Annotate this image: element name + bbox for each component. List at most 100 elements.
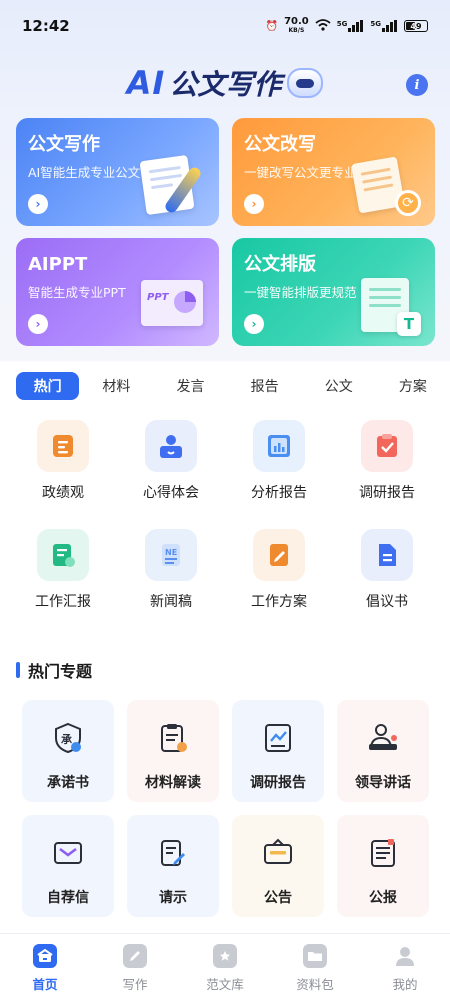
network-speed: 70.0 KB/S (284, 16, 309, 35)
tab-hot[interactable]: 热门 (16, 372, 80, 400)
notice-icon (258, 833, 298, 873)
user-icon (393, 944, 417, 968)
template-zhengjiguan[interactable]: 政绩观 (8, 420, 118, 502)
battery-icon: 49 (404, 20, 428, 32)
template-huibao[interactable]: 工作汇报 (8, 529, 118, 611)
topic-label: 请示 (159, 890, 187, 906)
topic-bulletin[interactable]: 公报 (337, 815, 429, 917)
template-label: 新闻稿 (150, 594, 192, 610)
topic-leader-speech[interactable]: 领导讲话 (337, 700, 429, 802)
clipboard-check-icon (361, 420, 413, 472)
tab-official[interactable]: 公文 (302, 372, 376, 400)
news-icon: NE (145, 529, 197, 581)
request-edit-icon (153, 833, 193, 873)
template-label: 心得体会 (143, 485, 199, 501)
template-fangan[interactable]: 工作方案 (224, 529, 334, 611)
card-title: 公文写作 (28, 134, 100, 155)
nav-label: 资料包 (296, 977, 334, 992)
signal-icon-2: 5G (370, 20, 398, 32)
topic-label: 调研报告 (250, 775, 306, 791)
template-diaoyan[interactable]: 调研报告 (332, 420, 442, 502)
envelope-icon (48, 833, 88, 873)
chevron-right-icon[interactable]: › (28, 194, 48, 214)
topic-label: 自荐信 (47, 890, 89, 906)
topic-label: 公告 (264, 890, 292, 906)
chevron-right-icon[interactable]: › (244, 314, 264, 334)
logo-ai-text: AI (126, 64, 166, 102)
clipboard-check-icon (153, 718, 193, 758)
template-label: 工作汇报 (35, 594, 91, 610)
folder-icon (303, 944, 327, 968)
plan-edit-icon (253, 529, 305, 581)
card-official-writing[interactable]: 公文写作 AI智能生成专业公文 › (16, 118, 219, 226)
topic-notice[interactable]: 公告 (232, 815, 324, 917)
template-xinwen[interactable]: NE 新闻稿 (116, 529, 226, 611)
nav-library[interactable]: 范文库 (180, 934, 270, 1005)
category-tabs: 热门 材料 发言 报告 公文 方案 (0, 366, 450, 406)
template-changyi[interactable]: 倡议书 (332, 529, 442, 611)
rewrite-document-icon: ⟳ (351, 154, 423, 216)
status-icons: ⏰ 70.0 KB/S 5G 5G 49 (266, 17, 428, 35)
tab-plan[interactable]: 方案 (376, 372, 450, 400)
report-edit-icon (37, 529, 89, 581)
topic-research[interactable]: 调研报告 (232, 700, 324, 802)
card-aippt[interactable]: AIPPT 智能生成专业PPT › PPT (16, 238, 219, 346)
robot-icon (287, 68, 324, 98)
pen-document-icon (137, 154, 207, 216)
nav-label: 写作 (122, 977, 148, 992)
topic-label: 材料解读 (145, 775, 201, 791)
bulletin-icon (363, 833, 403, 873)
info-icon[interactable]: i (406, 74, 428, 96)
speaker-icon (363, 718, 403, 758)
nav-home[interactable]: 首页 (0, 934, 90, 1005)
ppt-chart-icon: PPT (137, 274, 207, 336)
card-official-layout[interactable]: 公文排版 一键智能排版更规范 › T (232, 238, 435, 346)
topic-request[interactable]: 请示 (127, 815, 219, 917)
hot-topics-heading: 热门专题 (16, 658, 92, 682)
template-label: 倡议书 (366, 594, 408, 610)
chevron-right-icon[interactable]: › (28, 314, 48, 334)
list-icon (37, 420, 89, 472)
chevron-right-icon[interactable]: › (244, 194, 264, 214)
library-icon (213, 944, 237, 968)
document-icon (361, 529, 413, 581)
tab-materials[interactable]: 材料 (79, 372, 153, 400)
alarm-icon: ⏰ (265, 20, 279, 32)
home-icon (33, 944, 57, 968)
tab-speech[interactable]: 发言 (153, 372, 227, 400)
bottom-nav: 首页 写作 范文库 资料包 我的 (0, 933, 450, 1005)
tab-report[interactable]: 报告 (228, 372, 302, 400)
section-accent-bar (16, 662, 20, 678)
template-fenxi[interactable]: 分析报告 (224, 420, 334, 502)
signal-icon-1: 5G (337, 20, 365, 32)
topic-label: 领导讲话 (355, 775, 411, 791)
nav-profile[interactable]: 我的 (360, 934, 450, 1005)
template-label: 分析报告 (251, 485, 307, 501)
topic-label: 承诺书 (47, 775, 89, 791)
topic-pledge[interactable]: 承 承诺书 (22, 700, 114, 802)
chart-report-icon (258, 718, 298, 758)
topic-self-recommendation[interactable]: 自荐信 (22, 815, 114, 917)
card-official-rewrite[interactable]: 公文改写 一键改写公文更专业 › ⟳ (232, 118, 435, 226)
template-xinde[interactable]: 心得体会 (116, 420, 226, 502)
nav-resources[interactable]: 资料包 (270, 934, 360, 1005)
status-bar: 12:42 ⏰ 70.0 KB/S 5G 5G 49 (0, 0, 450, 52)
svg-text:NE: NE (165, 548, 177, 557)
topic-material[interactable]: 材料解读 (127, 700, 219, 802)
home-screen: 12:42 ⏰ 70.0 KB/S 5G 5G 49 AI 公文写作 i 公文写… (0, 0, 450, 1005)
app-header: AI 公文写作 i (0, 52, 450, 114)
chart-report-icon (253, 420, 305, 472)
wifi-icon (315, 18, 331, 34)
nav-write[interactable]: 写作 (90, 934, 180, 1005)
logo-title: 公文写作 (169, 68, 282, 101)
template-label: 工作方案 (251, 594, 307, 610)
nav-label: 我的 (392, 977, 418, 992)
card-title: 公文排版 (244, 254, 316, 275)
svg-text:承: 承 (61, 732, 73, 746)
nav-label: 首页 (32, 977, 58, 992)
person-book-icon (145, 420, 197, 472)
status-time: 12:42 (22, 17, 70, 35)
template-label: 调研报告 (359, 485, 415, 501)
card-title: 公文改写 (244, 134, 316, 155)
nav-label: 范文库 (206, 977, 244, 992)
